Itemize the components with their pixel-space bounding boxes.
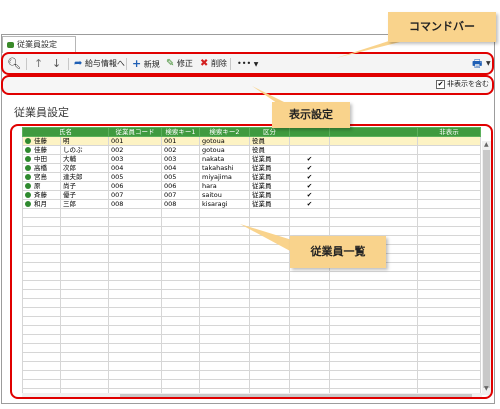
display-settings-callout: 表示設定 xyxy=(272,102,350,128)
callout-pointers xyxy=(240,40,408,252)
command-bar-callout: コマンドバー xyxy=(388,12,496,42)
employee-list-callout: 従業員一覧 xyxy=(290,236,386,268)
command-bar-pointer xyxy=(336,40,408,58)
employee-list-pointer xyxy=(240,224,292,252)
